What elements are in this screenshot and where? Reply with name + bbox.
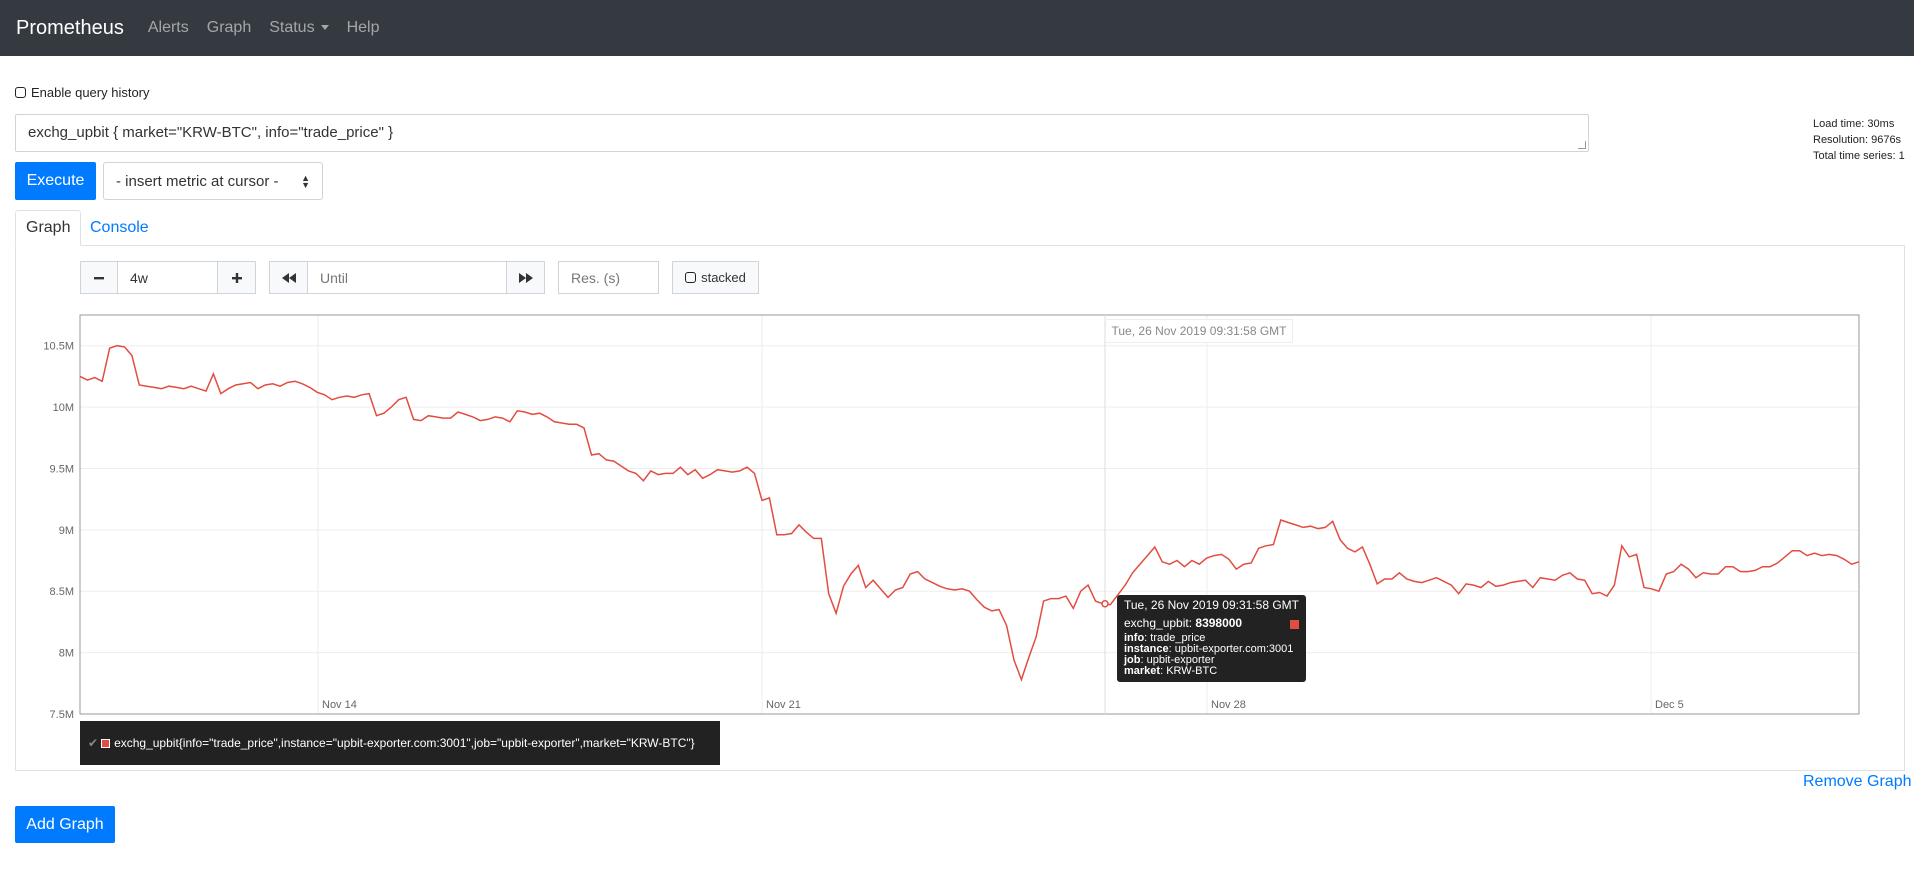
execute-button[interactable]: Execute <box>15 162 96 200</box>
range-decrease-button[interactable] <box>80 261 118 294</box>
legend-swatch <box>101 738 111 748</box>
resolution-placeholder: Res. (s) <box>571 269 620 286</box>
nav-help[interactable]: Help <box>347 19 380 37</box>
query-stats: Load time: 30ms Resolution: 9676s Total … <box>1813 116 1905 164</box>
select-arrows-icon: ▲ ▼ <box>301 173 310 190</box>
tooltip-series: exchg_upbit: 8398000 <box>1124 616 1299 630</box>
graph-panel <box>15 245 1905 771</box>
resolution-stat: Resolution: 9676s <box>1813 134 1902 146</box>
resolution-input[interactable]: Res. (s) <box>558 261 659 294</box>
range-value: 4w <box>130 269 148 286</box>
tab-console[interactable]: Console <box>80 210 159 246</box>
tooltip-swatch <box>1290 620 1299 629</box>
nav-graph[interactable]: Graph <box>207 19 251 37</box>
chart-legend[interactable]: ✔ exchg_upbit{info="trade_price",instanc… <box>80 721 720 765</box>
expression-text: exchg_upbit { market="KRW-BTC", info="tr… <box>28 124 394 141</box>
stacked-checkbox[interactable] <box>685 272 697 283</box>
metric-select[interactable]: - insert metric at cursor - ▲ ▼ <box>103 162 323 200</box>
navbar: Prometheus Alerts Graph Status Help <box>0 0 1914 56</box>
query-history-label: Enable query history <box>31 85 150 100</box>
add-graph-button[interactable]: Add Graph <box>15 806 115 843</box>
tooltip-value: 8398000 <box>1195 616 1243 630</box>
nav-status-dropdown[interactable]: Status <box>269 19 329 37</box>
tab-graph[interactable]: Graph <box>15 210 82 246</box>
nav-status-label: Status <box>269 19 315 36</box>
caret-down-icon <box>320 25 329 31</box>
tooltip-date: Tue, 26 Nov 2019 09:31:58 GMT <box>1124 598 1299 612</box>
stacked-label: stacked <box>701 270 746 285</box>
query-history-checkbox[interactable] <box>15 87 26 98</box>
remove-graph-link[interactable]: Remove Graph <box>1803 773 1912 791</box>
total-series-stat: Total time series: 1 <box>1813 150 1905 162</box>
brand-logo[interactable]: Prometheus <box>16 17 124 40</box>
plus-icon <box>231 272 242 283</box>
metric-select-value: - insert metric at cursor - <box>116 172 279 190</box>
minus-icon <box>94 276 104 279</box>
hover-date-label: Tue, 26 Nov 2019 09:31:58 GMT <box>1105 319 1293 343</box>
legend-series-name: exchg_upbit{info="trade_price",instance=… <box>114 736 695 750</box>
range-input[interactable]: 4w <box>117 261 218 294</box>
stacked-toggle[interactable]: stacked <box>672 261 759 294</box>
nav-alerts[interactable]: Alerts <box>148 19 189 37</box>
range-increase-button[interactable] <box>217 261 256 294</box>
load-time: Load time: 30ms <box>1813 118 1895 130</box>
time-back-button[interactable] <box>269 261 308 294</box>
tooltip-metric: exchg_upbit <box>1124 616 1189 630</box>
rewind-icon <box>281 272 296 283</box>
expression-input[interactable]: exchg_upbit { market="KRW-BTC", info="tr… <box>15 114 1589 152</box>
tooltip-label-market: market: KRW-BTC <box>1124 665 1218 677</box>
fast-forward-icon <box>518 272 533 283</box>
time-forward-button[interactable] <box>506 261 545 294</box>
until-placeholder: Until <box>320 269 349 286</box>
query-history-toggle[interactable]: Enable query history <box>15 85 150 100</box>
hover-tooltip: Tue, 26 Nov 2019 09:31:58 GMT exchg_upbi… <box>1117 595 1306 682</box>
resize-handle-icon[interactable] <box>1578 141 1586 149</box>
until-input[interactable]: Until <box>307 261 507 294</box>
legend-check-icon[interactable]: ✔ <box>88 736 98 750</box>
